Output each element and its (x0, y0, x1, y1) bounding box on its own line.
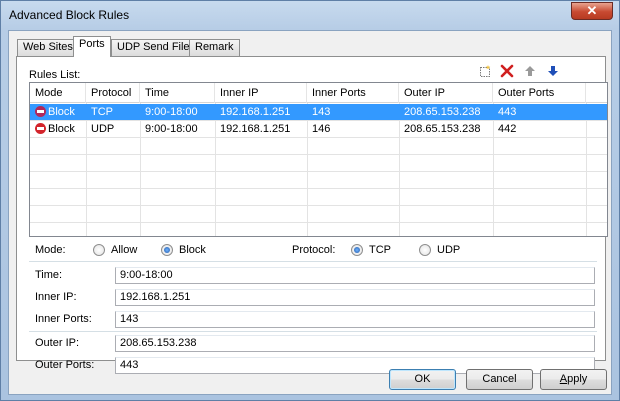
arrow-down-icon (548, 66, 558, 76)
mode-allow-label[interactable]: Allow (111, 244, 137, 256)
block-icon (35, 123, 46, 134)
window-title: Advanced Block Rules (9, 8, 130, 22)
row-outer-ports-cell: 443 (498, 106, 517, 118)
rules-list-header: Mode Protocol Time Inner IP Inner Ports … (30, 83, 607, 103)
mode-block-radio[interactable] (161, 244, 173, 256)
column-header-inner-ip[interactable]: Inner IP (215, 83, 307, 103)
block-icon (35, 106, 46, 117)
new-icon (480, 65, 491, 77)
mode-block-label[interactable]: Block (179, 244, 206, 256)
protocol-udp-label[interactable]: UDP (437, 244, 460, 256)
row-mode-cell: Block (30, 104, 75, 120)
row-inner-ports-cell: 143 (312, 106, 331, 118)
mode-allow-radio[interactable] (93, 244, 105, 256)
tab-udp-send-file[interactable]: UDP Send File (111, 39, 196, 56)
row-time-cell: 9:00-18:00 (145, 106, 198, 118)
delete-icon (500, 64, 514, 78)
row-outer-ip-cell: 208.65.153.238 (404, 106, 481, 118)
outer-ip-field[interactable]: 208.65.153.238 (115, 335, 595, 352)
row-inner-ip-cell: 192.168.1.251 (220, 123, 291, 135)
table-row[interactable]: Block UDP 9:00-18:00 192.168.1.251 146 2… (30, 121, 607, 137)
row-outer-ports-cell: 442 (498, 123, 517, 135)
column-header-inner-ports[interactable]: Inner Ports (307, 83, 399, 103)
cancel-button[interactable]: Cancel (466, 369, 533, 390)
row-mode-cell: Block (30, 121, 75, 137)
outer-ip-label: Outer IP: (35, 337, 80, 349)
row-protocol-cell: TCP (91, 106, 113, 118)
column-header-outer-ip[interactable]: Outer IP (399, 83, 493, 103)
tab-web-sites[interactable]: Web Sites (17, 39, 79, 56)
protocol-label: Protocol: (292, 244, 336, 256)
row-inner-ip-cell: 192.168.1.251 (220, 106, 291, 118)
inner-ports-label: Inner Ports: (35, 313, 92, 325)
column-header-mode[interactable]: Mode (30, 83, 86, 103)
close-icon: ✕ (586, 3, 598, 18)
tab-ports[interactable]: Ports (73, 36, 111, 57)
row-protocol-cell: UDP (91, 123, 115, 135)
inner-ports-field[interactable]: 143 (115, 311, 595, 328)
ok-button[interactable]: OK (389, 369, 456, 390)
apply-button[interactable]: Apply (540, 369, 607, 390)
arrow-up-icon (525, 66, 535, 76)
move-up-button[interactable] (522, 64, 538, 80)
close-button[interactable]: ✕ (571, 2, 613, 20)
inner-ip-label: Inner IP: (35, 291, 77, 303)
tab-remark[interactable]: Remark (189, 39, 240, 56)
rule-edit-form: Mode: Allow Block Protocol: TCP UDP Time… (29, 240, 608, 376)
protocol-udp-radio[interactable] (419, 244, 431, 256)
time-label: Time: (35, 269, 63, 281)
column-header-time[interactable]: Time (140, 83, 215, 103)
rules-list-label: Rules List: (29, 69, 81, 81)
row-time-cell: 9:00-18:00 (145, 123, 198, 135)
dialog-window: Advanced Block Rules ✕ Web Sites Ports U… (0, 0, 620, 401)
dialog-client-area: Web Sites Ports UDP Send File Remark Rul… (8, 30, 612, 395)
new-rule-button[interactable] (477, 64, 493, 80)
outer-ports-label: Outer Ports: (35, 359, 95, 371)
title-bar[interactable]: Advanced Block Rules ✕ (1, 1, 619, 29)
protocol-tcp-label[interactable]: TCP (369, 244, 391, 256)
column-header-protocol[interactable]: Protocol (86, 83, 140, 103)
mode-label: Mode: (35, 244, 66, 256)
protocol-tcp-radio[interactable] (351, 244, 363, 256)
apply-mnemonic: A (559, 373, 568, 385)
rules-list[interactable]: Mode Protocol Time Inner IP Inner Ports … (29, 82, 608, 237)
move-down-button[interactable] (545, 64, 561, 80)
ports-tab-panel: Rules List: Mode Protocol Time Inner IP … (16, 56, 608, 374)
apply-label: pply (567, 373, 588, 385)
table-row[interactable]: Block TCP 9:00-18:00 192.168.1.251 143 2… (30, 104, 607, 120)
column-header-outer-ports[interactable]: Outer Ports (493, 83, 586, 103)
delete-rule-button[interactable] (499, 64, 515, 80)
inner-ip-field[interactable]: 192.168.1.251 (115, 289, 595, 306)
row-outer-ip-cell: 208.65.153.238 (404, 123, 481, 135)
row-inner-ports-cell: 146 (312, 123, 331, 135)
time-field[interactable]: 9:00-18:00 (115, 267, 595, 284)
